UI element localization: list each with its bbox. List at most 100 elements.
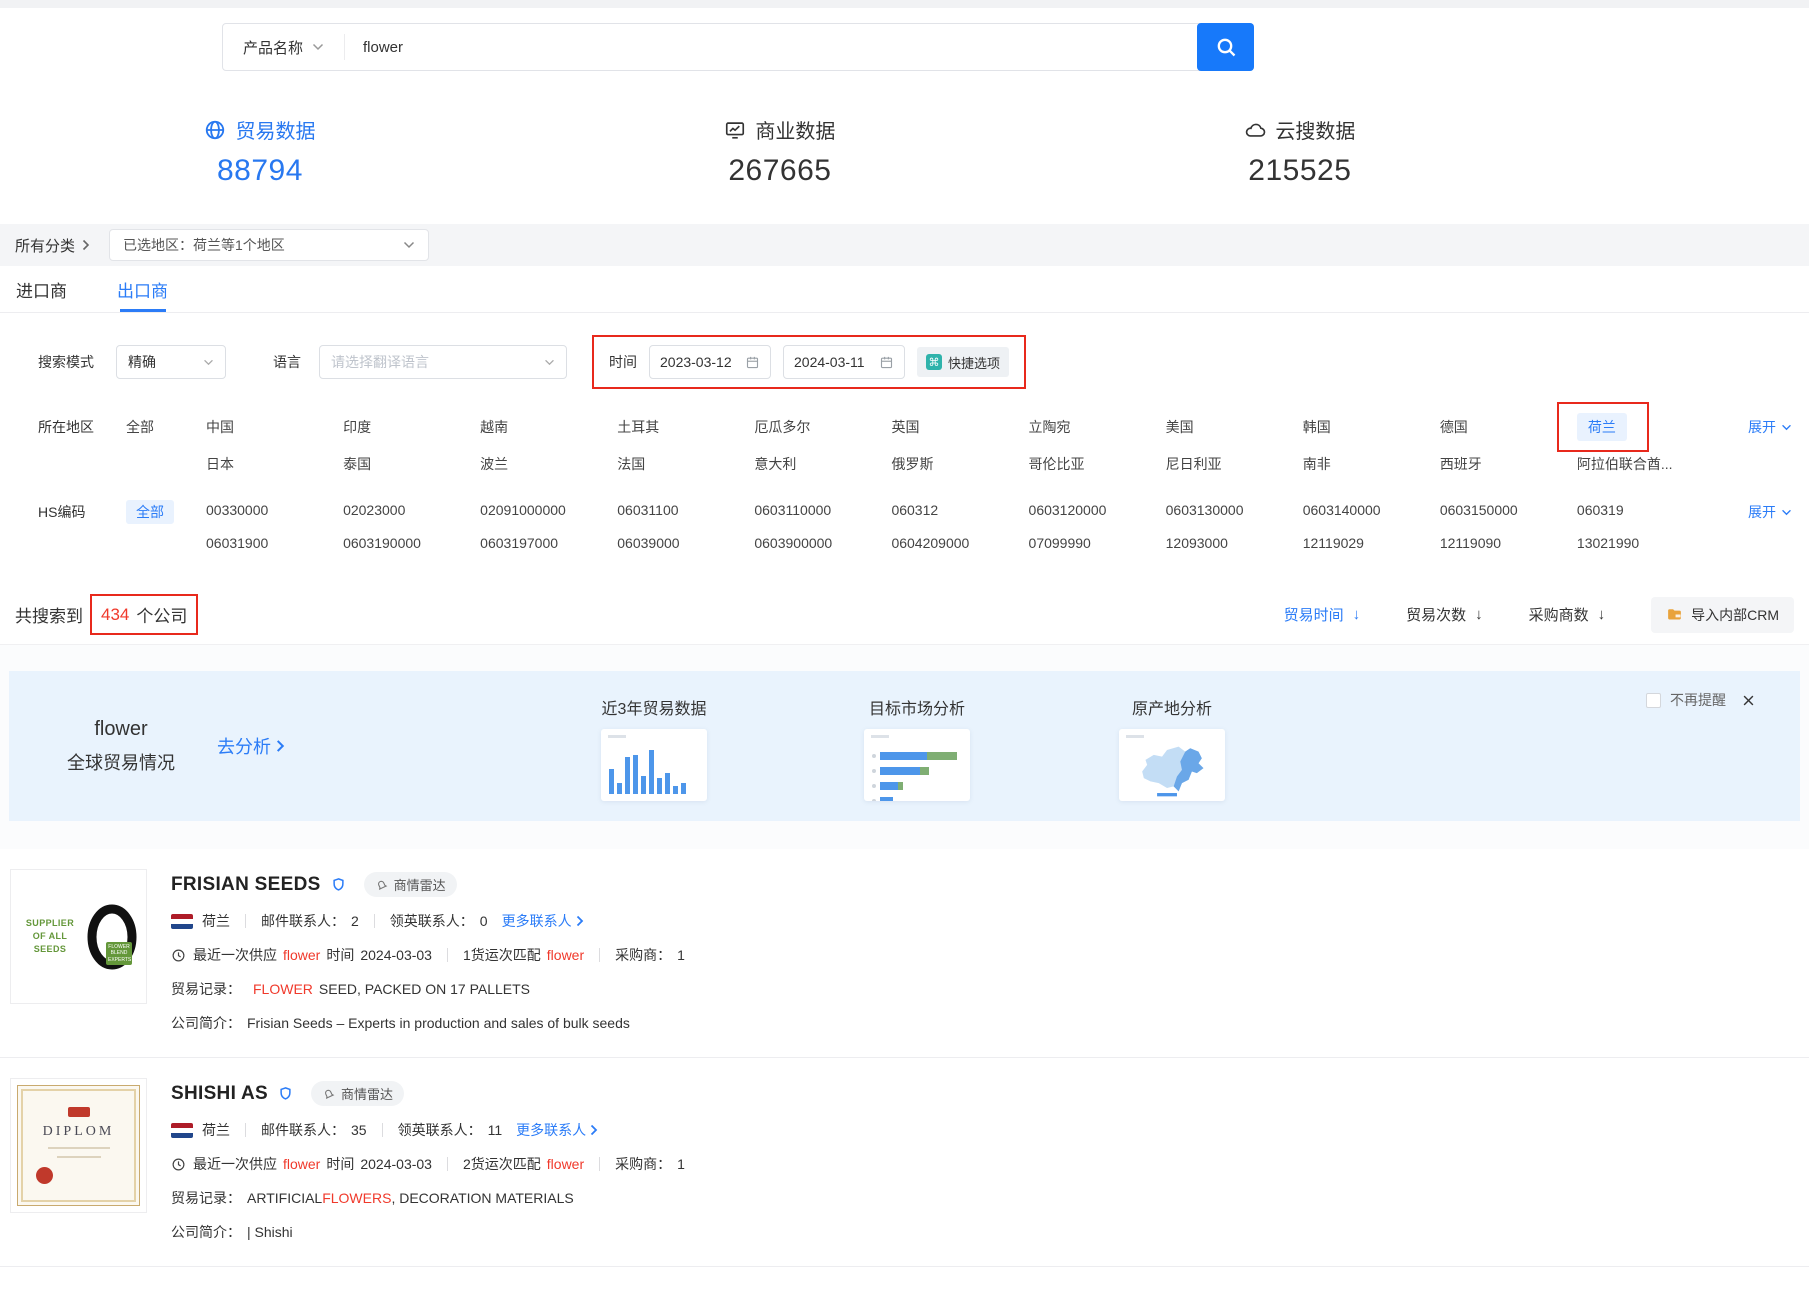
language-select[interactable]: 请选择翻译语言	[319, 345, 567, 379]
import-crm-button[interactable]: 导入内部CRM	[1651, 597, 1794, 633]
filter-option[interactable]: 德国	[1440, 417, 1468, 437]
search-mode-select[interactable]: 精确	[116, 345, 226, 379]
map-thumbnail	[1119, 729, 1225, 801]
supply-row: 最近一次供应 flower 时间 2024-03-03 2货运次匹配 flowe…	[171, 1154, 1794, 1174]
region-option-all[interactable]: 全部	[126, 413, 206, 474]
stat-label: 贸易数据	[235, 115, 315, 144]
filter-option[interactable]: 南非	[1303, 454, 1331, 474]
filter-option[interactable]: 立陶宛	[1029, 417, 1071, 437]
stat-trade-data[interactable]: 贸易数据 88794	[0, 115, 520, 188]
company-logo[interactable]: DIPLOM	[10, 1078, 147, 1213]
filter-option[interactable]: 法国	[617, 454, 645, 474]
hs-option-all[interactable]: 全部	[126, 498, 206, 551]
filter-option[interactable]: 中国	[206, 417, 234, 437]
language-label: 语言	[273, 352, 301, 372]
search-input[interactable]	[345, 24, 1197, 70]
sort-buyer-count[interactable]: 采购商数↓	[1529, 604, 1606, 625]
filter-option[interactable]: 060319	[1577, 502, 1624, 518]
company-name[interactable]: SHISHI AS	[171, 1083, 268, 1105]
filter-option[interactable]: 06031900	[206, 535, 268, 551]
sort-trade-time[interactable]: 贸易时间↓	[1284, 604, 1361, 625]
company-logo[interactable]: SUPPLIER OF ALL SEEDS FLOWER BLEND EXPER…	[10, 869, 147, 1004]
filter-option[interactable]: 0603900000	[754, 535, 832, 551]
filter-option[interactable]: 波兰	[480, 454, 508, 474]
arrow-down-icon: ↓	[1475, 606, 1483, 623]
search-options-row: 搜索模式 精确 语言 请选择翻译语言 时间 2023-03-12 2024-03…	[38, 335, 1794, 389]
stat-value: 267665	[728, 154, 831, 188]
dismiss-checkbox[interactable]	[1646, 693, 1661, 708]
filter-option[interactable]: 060312	[891, 502, 938, 518]
filter-option[interactable]: 尼日利亚	[1166, 454, 1222, 474]
region-expand-link[interactable]: 展开	[1748, 417, 1792, 437]
supply-time-label: 时间	[326, 945, 354, 965]
filter-option[interactable]: 俄罗斯	[891, 454, 933, 474]
filter-option[interactable]: 0604209000	[891, 535, 969, 551]
hs-expand-link[interactable]: 展开	[1748, 502, 1792, 522]
region-options-grid: 中国 印度 越南 土耳其 厄瓜多尔 英国 立陶宛 美国 韩国 德国 荷兰日本 泰国 波兰 法国 意大利 俄罗斯…	[206, 413, 1714, 474]
filter-option[interactable]: 12093000	[1166, 535, 1228, 551]
filter-option[interactable]: 13021990	[1577, 535, 1639, 551]
filter-option[interactable]: 哥伦比亚	[1029, 454, 1085, 474]
stats-row: 贸易数据 88794 商业数据 267665 云搜数据 215525	[0, 115, 1560, 188]
filter-option[interactable]: 意大利	[754, 454, 796, 474]
filter-option[interactable]: 日本	[206, 454, 234, 474]
bar	[657, 778, 662, 794]
filter-option[interactable]: 02023000	[343, 502, 405, 518]
stat-cloud-search-data[interactable]: 云搜数据 215525	[1040, 115, 1560, 188]
selected-region-dropdown[interactable]: 已选地区：荷兰等1个地区	[109, 229, 429, 261]
filter-option[interactable]: 印度	[343, 417, 371, 437]
filter-option[interactable]: 土耳其	[617, 417, 659, 437]
filter-option[interactable]: 厄瓜多尔	[754, 417, 810, 437]
chevron-down-icon	[1781, 424, 1792, 431]
filter-option[interactable]: 12119029	[1303, 535, 1364, 551]
filter-option[interactable]: 0603140000	[1303, 502, 1381, 518]
filter-option[interactable]: 荷兰	[1577, 413, 1627, 441]
breadcrumb[interactable]: 所有分类	[15, 235, 90, 256]
product-name-dropdown[interactable]: 产品名称	[223, 34, 345, 60]
filter-option[interactable]: 西班牙	[1440, 454, 1482, 474]
buyers-value: 1	[677, 947, 685, 963]
filter-option[interactable]: 阿拉伯联合酋...	[1577, 454, 1673, 474]
card-origin-analysis[interactable]: 原产地分析	[1107, 695, 1237, 801]
more-contacts-link[interactable]: 更多联系人	[502, 911, 584, 931]
filter-option[interactable]: 英国	[891, 417, 919, 437]
company-card: SUPPLIER OF ALL SEEDS FLOWER BLEND EXPER…	[0, 849, 1809, 1057]
tab-exporter[interactable]: 出口商	[117, 266, 168, 312]
sort-trade-count[interactable]: 贸易次数↓	[1406, 604, 1483, 625]
go-analyze-link[interactable]: 去分析	[217, 733, 285, 759]
search-button[interactable]	[1197, 23, 1254, 71]
business-radar-badge[interactable]: 商情雷达	[311, 1081, 404, 1106]
close-icon[interactable]	[1741, 693, 1756, 708]
more-contacts-link[interactable]: 更多联系人	[516, 1120, 598, 1140]
bar	[673, 786, 678, 794]
tab-importer[interactable]: 进口商	[16, 266, 67, 312]
date-from-input[interactable]: 2023-03-12	[649, 345, 771, 379]
filter-option[interactable]: 越南	[480, 417, 508, 437]
filter-option[interactable]: 07099990	[1029, 535, 1091, 551]
filter-option[interactable]: 美国	[1166, 417, 1194, 437]
filter-option[interactable]: 06031100	[617, 502, 678, 518]
filter-option[interactable]: 00330000	[206, 502, 268, 518]
filter-option[interactable]: 韩国	[1303, 417, 1331, 437]
breadcrumb-root: 所有分类	[15, 235, 75, 256]
chevron-down-icon	[1781, 509, 1792, 516]
date-to-input[interactable]: 2024-03-11	[783, 345, 905, 379]
filter-option[interactable]: 0603197000	[480, 535, 558, 551]
filter-option[interactable]: 0603130000	[1166, 502, 1244, 518]
banner-subtitle: 全球贸易情况	[67, 749, 175, 775]
company-name[interactable]: FRISIAN SEEDS	[171, 874, 321, 896]
filter-option[interactable]: 泰国	[343, 454, 371, 474]
filter-option[interactable]: 12119090	[1440, 535, 1501, 551]
quick-options-button[interactable]: ⌘ 快捷选项	[917, 347, 1009, 377]
filter-option[interactable]: 0603190000	[343, 535, 421, 551]
stat-business-data[interactable]: 商业数据 267665	[520, 115, 1040, 188]
language-placeholder: 请选择翻译语言	[331, 352, 429, 372]
card-trade-3years[interactable]: 近3年贸易数据	[589, 695, 719, 801]
filter-option[interactable]: 0603120000	[1029, 502, 1107, 518]
card-target-market[interactable]: 目标市场分析	[852, 695, 982, 801]
business-radar-badge[interactable]: 商情雷达	[364, 872, 457, 897]
filter-option[interactable]: 0603150000	[1440, 502, 1518, 518]
filter-option[interactable]: 0603110000	[754, 502, 831, 518]
filter-option[interactable]: 02091000000	[480, 502, 566, 518]
filter-option[interactable]: 06039000	[617, 535, 679, 551]
